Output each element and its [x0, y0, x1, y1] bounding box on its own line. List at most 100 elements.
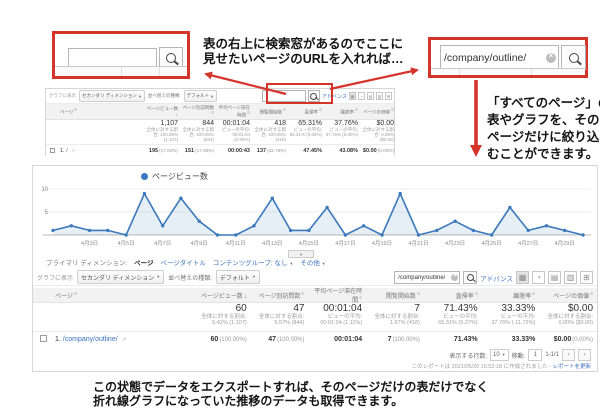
advanced-link[interactable]: アドバンス [480, 273, 513, 283]
show-on-graph-label: グラフに表示 [49, 93, 76, 99]
svg-text:4月23日: 4月23日 [445, 240, 465, 247]
page-link[interactable]: /company/outline/ [63, 336, 118, 343]
secondary-dimension-button[interactable]: セカンダリ ディメンション [77, 270, 164, 284]
callout-search-button[interactable] [561, 45, 586, 70]
annotation-top: 表の右上に検索窓があるのでここに 見せたいページのURLを入れれば… [203, 37, 403, 66]
next-page-button[interactable] [578, 349, 591, 361]
help-icon [532, 292, 535, 295]
comparison-view-icon[interactable] [376, 92, 383, 100]
search-icon [467, 274, 474, 281]
previous-page-button[interactable] [562, 349, 575, 361]
callout-filled-search-input[interactable] [440, 45, 559, 70]
svg-text:4月3日: 4月3日 [81, 240, 98, 247]
tab-page-title[interactable]: ページタイトル [161, 257, 206, 267]
total-avg-time: 00:01:04ビューの平均: 00:01:04 (1.11%) [308, 303, 366, 331]
help-icon [74, 292, 77, 295]
tab-content-group[interactable]: コンテンツグループ: なし [213, 257, 294, 267]
rows-label: 表示する行数: [449, 351, 487, 360]
goto-page-input[interactable]: 1 [528, 349, 542, 361]
external-link-icon[interactable] [69, 148, 75, 154]
cell-exit-rate: 33.33% [482, 336, 540, 343]
help-icon [74, 108, 77, 111]
report-created-line: このレポートは 2021/05/20 16:52:18 に作成されました - レ… [412, 362, 591, 370]
help-icon [417, 292, 420, 295]
column-header-page-value[interactable]: ページの価値 [360, 108, 396, 116]
column-header-entrances[interactable]: 閲覧開始数 [252, 108, 288, 116]
small-table-header: ページ ページビュー数 ページ別訪問数 平均ページ滞在時間 閲覧開始数 直帰率 … [46, 104, 394, 120]
chevron-down-icon [502, 352, 506, 358]
cell-avg-time: 00:00:43 [216, 148, 252, 154]
clear-icon[interactable] [546, 53, 556, 63]
help-icon [475, 292, 478, 295]
main-table-search-button[interactable] [463, 271, 477, 284]
total-avg-time: 00:01:04ビューの平均: 00:01:04 (0.00%) [216, 120, 252, 144]
tutorial-page: 表の右上に検索窓があるのでここに 見せたいページのURLを入れれば… [0, 0, 600, 415]
percentage-view-icon[interactable] [358, 92, 365, 100]
search-icon [569, 53, 579, 63]
legend-dot-icon [141, 173, 148, 180]
cell-pageviews: 60(100.00%) [193, 336, 251, 343]
column-header-unique-pageviews[interactable]: ページ別訪問数 [180, 105, 216, 118]
column-header-page-value[interactable]: ページの価値 [539, 291, 597, 300]
column-header-exit-rate[interactable]: 離脱率 [324, 108, 360, 116]
pageviews-chart[interactable]: 5104月3日4月5日4月7日4月9日4月11日4月13日4月15日4月17日4… [37, 183, 595, 251]
column-header-pageviews[interactable]: ページビュー数 [144, 106, 180, 117]
show-on-graph-label: グラフに表示 [37, 273, 73, 282]
pivot-view-icon[interactable] [580, 271, 593, 284]
cell-avg-time: 00:01:04 [308, 336, 366, 343]
tab-other[interactable]: その他 [300, 257, 325, 267]
svg-text:4月27日: 4月27日 [518, 240, 538, 247]
page-link[interactable]: / [66, 148, 68, 154]
performance-view-icon[interactable] [367, 92, 374, 100]
table-view-icon[interactable] [349, 92, 356, 100]
total-exit-rate: 33.33%ビューの平均: 37.76% (-11.72%) [482, 303, 540, 331]
annotation-bottom: この状態でデータをエクスポートすれば、そのページだけの表だけでなく 折れ線グラフ… [93, 381, 488, 408]
small-toolbar: グラフに表示 セカンダリ ディメンション 並べ替えの種類: デフォルト アドバン… [46, 89, 394, 104]
tab-page[interactable]: ページ [134, 257, 153, 267]
refresh-report-link[interactable]: レポートを更新 [552, 364, 591, 370]
column-header-pageviews[interactable]: ページビュー数 [193, 291, 251, 300]
column-header-page[interactable]: ページ [53, 291, 193, 300]
column-header-bounce-rate[interactable]: 直帰率 [424, 291, 482, 300]
sort-type-button[interactable]: デフォルト [184, 90, 217, 102]
total-bounce-rate: 71.43%ビューの平均: 65.31% (9.37%) [424, 303, 482, 331]
column-header-bounce-rate[interactable]: 直帰率 [288, 108, 324, 116]
column-header-avg-time[interactable]: 平均ページ滞在時間 [216, 105, 252, 119]
column-header-unique-pageviews[interactable]: ページ別訪問数 [251, 291, 309, 300]
column-header-avg-time[interactable]: 平均ページ滞在時間 [308, 286, 366, 304]
percentage-view-icon[interactable] [532, 271, 545, 284]
chevron-down-icon [252, 274, 256, 280]
total-pageviews: 1,107全体に対する割合: 100.00% (1,107) [144, 120, 180, 144]
column-header-entrances[interactable]: 閲覧開始数 [366, 291, 424, 300]
total-unique-pageviews: 844全体に対する割合: 100.00% (844) [180, 120, 216, 144]
main-table-totals-row: 60全体に対する割合: 5.42% (1,107) 47全体に対する割合: 5.… [33, 303, 597, 331]
svg-text:4月15日: 4月15日 [299, 240, 319, 247]
table-view-icon[interactable] [516, 271, 529, 284]
column-header-page[interactable]: ページ [58, 108, 144, 116]
filtered-report-panel: ページビュー数 5104月3日4月5日4月7日4月9日4月11日4月13日4月1… [32, 165, 598, 372]
column-header-exit-rate[interactable]: 離脱率 [482, 291, 540, 300]
sort-type-button[interactable]: デフォルト [216, 270, 260, 284]
chevron-down-icon [322, 260, 326, 267]
goto-label: 移動: [512, 351, 526, 360]
rows-per-page-select[interactable]: 10 [490, 349, 509, 361]
sort-type-label: 並べ替えの種類: [148, 93, 181, 99]
row-checkbox[interactable] [50, 148, 55, 153]
annotation-top-line1: 表の右上に検索窓があるのでここに [203, 37, 403, 52]
cell-bounce-rate: 71.43% [424, 336, 482, 343]
external-link-icon[interactable] [120, 336, 127, 343]
svg-text:10: 10 [41, 187, 48, 193]
sort-type-label: 並べ替えの種類: [168, 273, 212, 282]
row-checkbox[interactable] [40, 335, 47, 342]
pivot-view-icon[interactable] [385, 92, 392, 100]
total-unique-pageviews: 47全体に対する割合: 5.57% (844) [251, 303, 309, 331]
help-icon [283, 108, 286, 111]
performance-view-icon[interactable] [548, 271, 561, 284]
cell-entrances: 137(32.78%) [252, 148, 288, 154]
total-entrances: 7全体に対する割合: 1.67% (418) [366, 303, 424, 331]
cell-page-value: $0.00(0.00%) [360, 148, 396, 154]
comparison-view-icon[interactable] [564, 271, 577, 284]
cell-pageviews: 195(17.62%) [144, 148, 180, 154]
chevron-down-icon [156, 274, 160, 280]
secondary-dimension-button[interactable]: セカンダリ ディメンション [79, 90, 145, 102]
